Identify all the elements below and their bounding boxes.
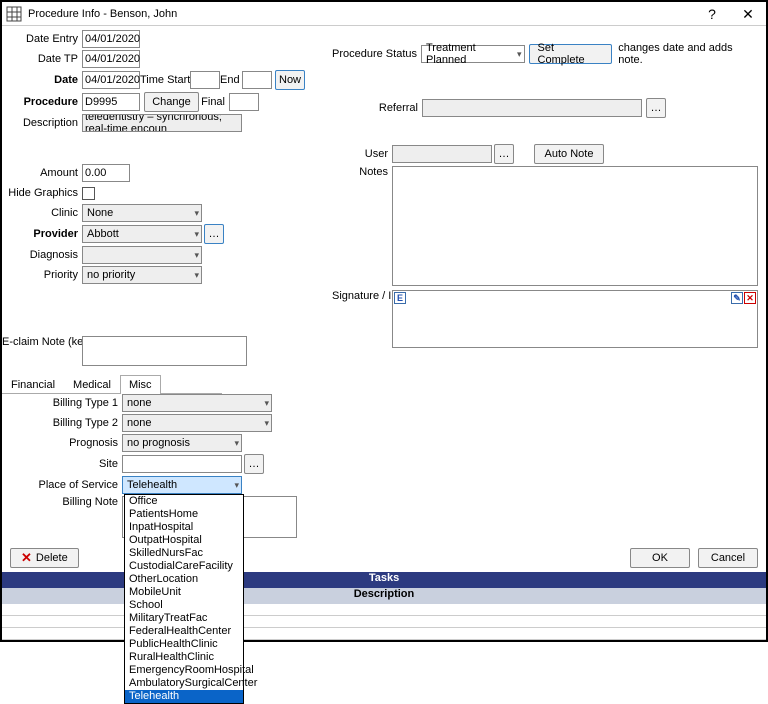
hide-graphics-label: Hide Graphics (2, 187, 82, 199)
procedure-label: Procedure (2, 96, 82, 108)
referral-label: Referral (332, 102, 422, 114)
pos-option[interactable]: OutpatHospital (125, 534, 243, 547)
auto-note-button[interactable]: Auto Note (534, 144, 604, 164)
window-title: Procedure Info - Benson, John (28, 8, 694, 20)
date-entry-label: Date Entry (2, 33, 82, 45)
delete-x-icon: ✕ (21, 550, 32, 566)
pos-option[interactable]: School (125, 599, 243, 612)
tab-medical[interactable]: Medical (64, 375, 120, 394)
delete-button[interactable]: ✕ Delete (10, 548, 79, 568)
clinic-select[interactable]: None▾ (82, 204, 202, 222)
app-icon (6, 6, 22, 22)
signature-label: Signature / Initials (332, 290, 392, 302)
hide-graphics-checkbox[interactable] (82, 187, 95, 200)
pos-label: Place of Service (2, 479, 122, 491)
end-field[interactable] (242, 71, 272, 89)
grid-area (2, 604, 766, 640)
user-field (392, 145, 492, 163)
proc-status-label: Procedure Status (332, 48, 421, 60)
pos-option[interactable]: MilitaryTreatFac (125, 612, 243, 625)
pos-option[interactable]: SkilledNursFac (125, 547, 243, 560)
tasks-header: Tasks (2, 572, 766, 588)
time-start-label: Time Start (140, 74, 190, 86)
billing-note-label: Billing Note (2, 496, 122, 508)
referral-field (422, 99, 642, 117)
prognosis-select[interactable]: no prognosis▾ (122, 434, 242, 452)
time-start-field[interactable] (190, 71, 220, 89)
signature-e-icon[interactable]: E (394, 292, 406, 304)
pos-dropdown[interactable]: OfficePatientsHomeInpatHospitalOutpatHos… (124, 494, 244, 704)
billing-type2-select[interactable]: none▾ (122, 414, 272, 432)
tab-financial[interactable]: Financial (2, 375, 64, 394)
pos-option[interactable]: MobileUnit (125, 586, 243, 599)
signature-edit-icon[interactable]: ✎ (731, 292, 743, 304)
pos-option[interactable]: EmergencyRoomHospital (125, 664, 243, 677)
pos-option[interactable]: RuralHealthClinic (125, 651, 243, 664)
diagnosis-select[interactable]: ▾ (82, 246, 202, 264)
date-tp-field[interactable]: 04/01/2020 (82, 50, 140, 68)
amount-label: Amount (2, 167, 82, 179)
site-field[interactable] (122, 455, 242, 473)
description-header: Description (2, 588, 766, 604)
site-browse-button[interactable]: … (244, 454, 264, 474)
provider-select[interactable]: Abbott▾ (82, 225, 202, 243)
date-tp-label: Date TP (2, 53, 82, 65)
user-label: User (332, 148, 392, 160)
date-label: Date (2, 74, 82, 86)
proc-status-select[interactable]: Treatment Planned▾ (421, 45, 525, 63)
end-label: End (220, 74, 242, 86)
set-complete-button[interactable]: Set Complete (529, 44, 613, 64)
provider-browse-button[interactable]: … (204, 224, 224, 244)
pos-option[interactable]: AmbulatorySurgicalCenter (125, 677, 243, 690)
date-entry-field[interactable]: 04/01/2020 (82, 30, 140, 48)
signature-clear-icon[interactable]: ✕ (744, 292, 756, 304)
provider-label: Provider (2, 228, 82, 240)
signature-field[interactable]: E ✎ ✕ (392, 290, 758, 348)
pos-option[interactable]: Telehealth (125, 690, 243, 703)
pos-option[interactable]: InpatHospital (125, 521, 243, 534)
description-label: Description (2, 117, 82, 129)
procedure-field[interactable]: D9995 (82, 93, 140, 111)
eclaim-label: E-claim Note (keep it very short) (2, 336, 82, 348)
user-browse-button[interactable]: … (494, 144, 514, 164)
pos-option[interactable]: CustodialCareFacility (125, 560, 243, 573)
priority-label: Priority (2, 269, 82, 281)
pos-option[interactable]: PublicHealthClinic (125, 638, 243, 651)
tab-misc[interactable]: Misc (120, 375, 161, 394)
set-complete-hint: changes date and adds note. (618, 42, 758, 66)
prognosis-label: Prognosis (2, 437, 122, 449)
description-field: teledentistry – synchronous; real-time e… (82, 114, 242, 132)
billing-type1-label: Billing Type 1 (2, 397, 122, 409)
pos-option[interactable]: PatientsHome (125, 508, 243, 521)
notes-label: Notes (332, 166, 392, 178)
change-button[interactable]: Change (144, 92, 199, 112)
now-button[interactable]: Now (275, 70, 305, 90)
final-label: Final (199, 96, 229, 108)
pos-option[interactable]: FederalHealthCenter (125, 625, 243, 638)
site-label: Site (2, 458, 122, 470)
referral-browse-button[interactable]: … (646, 98, 666, 118)
diagnosis-label: Diagnosis (2, 249, 82, 261)
clinic-label: Clinic (2, 207, 82, 219)
cancel-button[interactable]: Cancel (698, 548, 758, 568)
final-field[interactable] (229, 93, 259, 111)
ok-button[interactable]: OK (630, 548, 690, 568)
pos-option[interactable]: Office (125, 495, 243, 508)
billing-type2-label: Billing Type 2 (2, 417, 122, 429)
date-field[interactable]: 04/01/2020 (82, 71, 140, 89)
eclaim-note-field[interactable] (82, 336, 247, 366)
billing-type1-select[interactable]: none▾ (122, 394, 272, 412)
notes-field[interactable] (392, 166, 758, 286)
close-button[interactable]: ✕ (730, 2, 766, 26)
pos-select[interactable]: Telehealth▾ (122, 476, 242, 494)
amount-field[interactable]: 0.00 (82, 164, 130, 182)
pos-option[interactable]: OtherLocation (125, 573, 243, 586)
help-button[interactable]: ? (694, 2, 730, 26)
priority-select[interactable]: no priority▾ (82, 266, 202, 284)
